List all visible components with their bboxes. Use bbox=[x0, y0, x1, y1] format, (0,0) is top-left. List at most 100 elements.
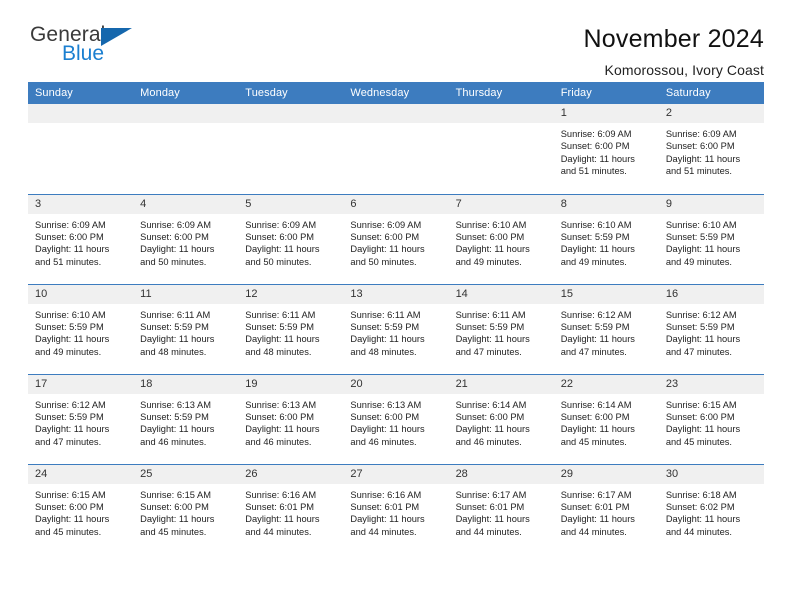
sunrise-text: Sunrise: 6:12 AM bbox=[35, 399, 106, 410]
calendar-day-cell[interactable]: 6 Sunrise: 6:09 AM Sunset: 6:00 PM Daylight… bbox=[343, 193, 449, 284]
day-info: Sunrise: 6:15 AM Sunset: 6:00 PM Daylight:… bbox=[659, 394, 764, 449]
calendar-day-cell[interactable]: 27 Sunrise: 6:16 AM Sunset: 6:01 PM Dayligh… bbox=[343, 463, 449, 554]
sunset-text: Sunset: 5:59 PM bbox=[665, 231, 735, 242]
calendar-day-cell[interactable]: 14 Sunrise: 6:11 AM Sunset: 5:59 PM Dayligh… bbox=[448, 283, 554, 374]
calendar-day-cell[interactable]: 17 Sunrise: 6:12 AM Sunset: 5:59 PM Dayligh… bbox=[28, 373, 134, 464]
calendar-week-row: 1 Sunrise: 6:09 AM Sunset: 6:00 PM Daylight… bbox=[28, 104, 764, 194]
day-number: 3 bbox=[28, 194, 134, 214]
daylight-text-line2: and 49 minutes. bbox=[665, 256, 732, 267]
calendar-day-cell[interactable]: 28 Sunrise: 6:17 AM Sunset: 6:01 PM Dayligh… bbox=[448, 463, 554, 554]
weekday-header-wednesday: Wednesday bbox=[343, 82, 449, 104]
calendar-day-cell[interactable]: 19 Sunrise: 6:13 AM Sunset: 6:00 PM Dayligh… bbox=[238, 373, 344, 464]
sunrise-text: Sunrise: 6:10 AM bbox=[665, 219, 737, 230]
sunset-text: Sunset: 6:00 PM bbox=[560, 411, 630, 422]
day-number: 5 bbox=[238, 194, 344, 214]
sunrise-text: Sunrise: 6:09 AM bbox=[35, 219, 106, 230]
calendar-day-cell[interactable]: 16 Sunrise: 6:12 AM Sunset: 5:59 PM Dayligh… bbox=[658, 283, 764, 374]
weekday-header-sunday: Sunday bbox=[28, 82, 134, 104]
calendar-day-cell[interactable]: 4 Sunrise: 6:09 AM Sunset: 6:00 PM Daylight… bbox=[133, 193, 239, 284]
day-info: Sunrise: 6:12 AM Sunset: 5:59 PM Daylight:… bbox=[659, 304, 764, 359]
sunset-text: Sunset: 6:00 PM bbox=[140, 501, 209, 512]
calendar-day-cell[interactable]: 29 Sunrise: 6:17 AM Sunset: 6:01 PM Dayligh… bbox=[553, 463, 659, 554]
daylight-text-line1: Daylight: 11 hours bbox=[350, 244, 425, 255]
day-info: Sunrise: 6:18 AM Sunset: 6:02 PM Daylight:… bbox=[659, 484, 764, 539]
logo-text-blue: Blue bbox=[62, 42, 105, 65]
calendar-day-cell[interactable]: 21 Sunrise: 6:14 AM Sunset: 6:00 PM Dayligh… bbox=[448, 373, 554, 464]
sunset-text: Sunset: 6:00 PM bbox=[665, 141, 735, 152]
sunset-text: Sunset: 6:00 PM bbox=[455, 231, 525, 242]
daylight-text-line2: and 46 minutes. bbox=[350, 436, 417, 447]
day-info: Sunrise: 6:13 AM Sunset: 5:59 PM Daylight:… bbox=[133, 394, 238, 449]
day-number: 20 bbox=[343, 374, 449, 394]
calendar-day-cell[interactable]: 3 Sunrise: 6:09 AM Sunset: 6:00 PM Daylight… bbox=[28, 193, 134, 284]
title-block: November 2024 Komorossou, Ivory Coast bbox=[584, 24, 764, 80]
calendar-day-cell[interactable]: 5 Sunrise: 6:09 AM Sunset: 6:00 PM Daylight… bbox=[238, 193, 344, 284]
day-number: 11 bbox=[133, 284, 239, 304]
day-number: 25 bbox=[133, 464, 239, 484]
daylight-text-line2: and 50 minutes. bbox=[350, 256, 417, 267]
day-number: 17 bbox=[28, 374, 134, 394]
calendar-day-cell[interactable]: 22 Sunrise: 6:14 AM Sunset: 6:00 PM Dayligh… bbox=[553, 373, 659, 464]
calendar-day-cell[interactable]: 1 Sunrise: 6:09 AM Sunset: 6:00 PM Daylight… bbox=[553, 104, 659, 194]
calendar-day-cell[interactable]: 15 Sunrise: 6:12 AM Sunset: 5:59 PM Dayligh… bbox=[553, 283, 659, 374]
day-number: 10 bbox=[28, 284, 134, 304]
sunset-text: Sunset: 5:59 PM bbox=[245, 321, 315, 332]
calendar-day-cell[interactable]: 25 Sunrise: 6:15 AM Sunset: 6:00 PM Dayligh… bbox=[133, 463, 239, 554]
calendar-day-cell[interactable]: 30 Sunrise: 6:18 AM Sunset: 6:02 PM Dayligh… bbox=[658, 463, 764, 554]
daylight-text-line2: and 50 minutes. bbox=[140, 256, 207, 267]
day-number: 1 bbox=[553, 104, 659, 123]
day-info: Sunrise: 6:17 AM Sunset: 6:01 PM Daylight:… bbox=[554, 484, 659, 539]
calendar-day-cell[interactable]: 11 Sunrise: 6:11 AM Sunset: 5:59 PM Dayligh… bbox=[133, 283, 239, 374]
calendar-day-cell[interactable]: 18 Sunrise: 6:13 AM Sunset: 5:59 PM Dayligh… bbox=[133, 373, 239, 464]
calendar-day-cell[interactable]: 9 Sunrise: 6:10 AM Sunset: 5:59 PM Daylight… bbox=[658, 193, 764, 284]
daylight-text-line2: and 46 minutes. bbox=[455, 436, 522, 447]
calendar-day-cell[interactable]: 26 Sunrise: 6:16 AM Sunset: 6:01 PM Dayligh… bbox=[238, 463, 344, 554]
day-number bbox=[28, 104, 134, 123]
sunrise-text: Sunrise: 6:12 AM bbox=[560, 309, 632, 320]
calendar-day-cell[interactable]: 12 Sunrise: 6:11 AM Sunset: 5:59 PM Dayligh… bbox=[238, 283, 344, 374]
day-info: Sunrise: 6:14 AM Sunset: 6:00 PM Daylight:… bbox=[554, 394, 659, 449]
sunset-text: Sunset: 6:00 PM bbox=[350, 411, 420, 422]
daylight-text-line2: and 48 minutes. bbox=[140, 346, 207, 357]
day-number: 9 bbox=[658, 194, 764, 214]
day-number: 6 bbox=[343, 194, 449, 214]
calendar-page: General Blue November 2024 Komorossou, I… bbox=[0, 0, 792, 612]
day-info: Sunrise: 6:09 AM Sunset: 6:00 PM Daylight:… bbox=[659, 123, 764, 178]
daylight-text-line1: Daylight: 11 hours bbox=[245, 244, 320, 255]
day-info: Sunrise: 6:10 AM Sunset: 6:00 PM Daylight:… bbox=[449, 214, 554, 269]
day-number: 15 bbox=[553, 284, 659, 304]
day-number bbox=[448, 104, 554, 123]
calendar-day-cell[interactable]: 8 Sunrise: 6:10 AM Sunset: 5:59 PM Daylight… bbox=[553, 193, 659, 284]
daylight-text-line1: Daylight: 11 hours bbox=[35, 334, 110, 345]
day-info: Sunrise: 6:12 AM Sunset: 5:59 PM Daylight:… bbox=[28, 394, 133, 449]
calendar-day-cell[interactable]: 23 Sunrise: 6:15 AM Sunset: 6:00 PM Dayligh… bbox=[658, 373, 764, 464]
day-number: 14 bbox=[448, 284, 554, 304]
sunset-text: Sunset: 6:00 PM bbox=[560, 141, 630, 152]
sunset-text: Sunset: 6:00 PM bbox=[665, 411, 735, 422]
day-number: 24 bbox=[28, 464, 134, 484]
daylight-text-line2: and 44 minutes. bbox=[350, 526, 417, 537]
generalblue-logo[interactable]: General Blue bbox=[28, 24, 148, 70]
daylight-text-line2: and 50 minutes. bbox=[245, 256, 312, 267]
daylight-text-line2: and 49 minutes. bbox=[560, 256, 627, 267]
calendar-day-cell-empty bbox=[133, 104, 239, 194]
sunrise-text: Sunrise: 6:18 AM bbox=[665, 489, 737, 500]
day-info: Sunrise: 6:16 AM Sunset: 6:01 PM Daylight:… bbox=[238, 484, 343, 539]
day-info: Sunrise: 6:15 AM Sunset: 6:00 PM Daylight:… bbox=[28, 484, 133, 539]
sunset-text: Sunset: 5:59 PM bbox=[560, 231, 630, 242]
day-number bbox=[133, 104, 239, 123]
daylight-text-line1: Daylight: 11 hours bbox=[560, 244, 635, 255]
calendar-day-cell[interactable]: 24 Sunrise: 6:15 AM Sunset: 6:00 PM Dayligh… bbox=[28, 463, 134, 554]
day-number: 26 bbox=[238, 464, 344, 484]
sunrise-text: Sunrise: 6:10 AM bbox=[35, 309, 106, 320]
calendar-day-cell[interactable]: 20 Sunrise: 6:13 AM Sunset: 6:00 PM Dayligh… bbox=[343, 373, 449, 464]
daylight-text-line1: Daylight: 11 hours bbox=[665, 153, 741, 164]
calendar-day-cell[interactable]: 13 Sunrise: 6:11 AM Sunset: 5:59 PM Dayligh… bbox=[343, 283, 449, 374]
calendar-table: Sunday Monday Tuesday Wednesday Thursday… bbox=[28, 82, 764, 554]
calendar-day-cell[interactable]: 10 Sunrise: 6:10 AM Sunset: 5:59 PM Dayligh… bbox=[28, 283, 134, 374]
calendar-day-cell[interactable]: 7 Sunrise: 6:10 AM Sunset: 6:00 PM Daylight… bbox=[448, 193, 554, 284]
daylight-text-line1: Daylight: 11 hours bbox=[35, 244, 110, 255]
calendar-day-cell[interactable]: 2 Sunrise: 6:09 AM Sunset: 6:00 PM Daylight… bbox=[658, 104, 764, 194]
sunrise-text: Sunrise: 6:10 AM bbox=[455, 219, 527, 230]
weekday-header-tuesday: Tuesday bbox=[238, 82, 344, 104]
